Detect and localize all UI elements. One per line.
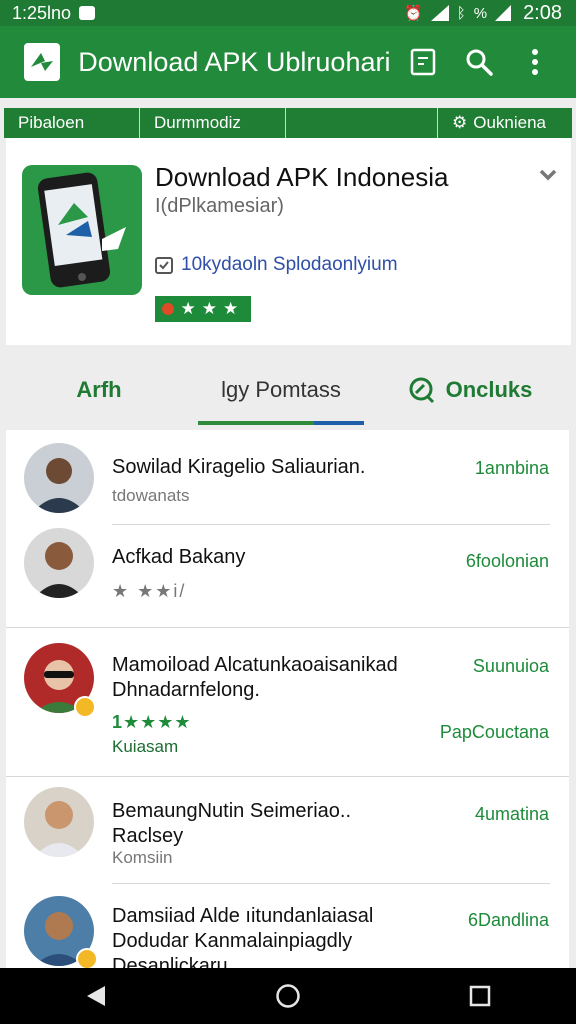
bluetooth-icon: ᛒ <box>456 4 466 22</box>
avatar <box>24 528 94 598</box>
tab-1[interactable]: Arfh <box>0 355 198 425</box>
tab-2-label: lgy Pomtass <box>221 377 341 402</box>
recents-button[interactable] <box>450 968 510 1024</box>
avatar-badge-icon <box>74 696 96 718</box>
bookmark-button[interactable] <box>400 38 446 86</box>
review-subtitle: Komsiin <box>112 848 173 867</box>
app-icon[interactable] <box>22 165 142 295</box>
bookmark-icon <box>411 48 436 76</box>
calendar-icon <box>155 257 173 274</box>
tab-3[interactable]: Oncluks <box>364 355 576 425</box>
sub-tab-strip: Pibaloen Durmmodiz ⚙ Oukniena <box>4 108 572 138</box>
tab-1-label: Arfh <box>76 377 122 402</box>
rating-dot-icon <box>161 303 174 315</box>
back-icon <box>87 986 105 1006</box>
rating-stars: ★★★ <box>180 299 245 318</box>
review-right-label-2: PapCouctana <box>439 722 549 742</box>
status-left-text: 1:25lno <box>12 2 72 23</box>
review-item[interactable]: Damsiiad Alde ıitundanlaiasal Dodudar Ka… <box>6 884 569 968</box>
sub-tab-2-label: Durmmodiz <box>154 113 241 132</box>
developer-name[interactable]: I(dPlkamesiar) <box>155 195 284 218</box>
review-title: BemaungNutin Seimeriao.. Raclsey <box>112 800 352 847</box>
review-stars: ★ ★★i/ <box>112 581 187 601</box>
phone-illustration-icon <box>37 172 126 288</box>
app-logo-glyph <box>31 53 54 71</box>
main-tabs: Arfh lgy Pomtass Oncluks <box>0 355 576 425</box>
chevron-down-icon[interactable] <box>538 168 558 187</box>
app-meta: 10kydaoln Splodaonlyium <box>155 254 398 276</box>
more-vert-icon <box>532 49 539 75</box>
review-item[interactable]: Acfkad Bakany ★ ★★i/ 6foolonian <box>6 525 569 627</box>
avatar <box>24 787 94 857</box>
review-subtitle: tdowanats <box>112 486 190 505</box>
review-right-label: 1annbina <box>474 458 549 478</box>
review-title: Sowilad Kiragelio Saliaurian. <box>112 456 366 478</box>
app-bar: Download APK Ublruohari <box>0 26 576 98</box>
home-icon <box>276 984 300 1008</box>
avatar-badge-icon <box>76 948 98 968</box>
app-title: Download APK Ublruohari <box>78 46 391 77</box>
gear-icon: ⚙ <box>451 113 468 132</box>
review-stars: 1★★★★ <box>112 712 192 732</box>
review-item[interactable]: Sowilad Kiragelio Saliaurian. tdowanats … <box>6 430 569 524</box>
sub-tab-3[interactable]: ⚙ Oukniena <box>436 108 572 138</box>
review-title: Damsiiad Alde ıitundanlaiasal Dodudar Ka… <box>112 905 374 968</box>
navigation-bar <box>0 968 576 1024</box>
search-button[interactable] <box>456 38 502 86</box>
tab-3-label: Oncluks <box>445 377 533 402</box>
search-icon <box>466 49 493 76</box>
status-time: 2:08 <box>523 1 562 24</box>
rating-badge: ★★★ <box>155 296 251 322</box>
review-list: Sowilad Kiragelio Saliaurian. tdowanats … <box>6 430 569 968</box>
sub-tab-1[interactable]: Pibaloen <box>4 108 140 138</box>
sub-tab-3-label: Oukniena <box>473 113 546 132</box>
back-button[interactable] <box>66 968 126 1024</box>
review-item[interactable]: BemaungNutin Seimeriao.. Raclsey Komsiin… <box>6 777 569 883</box>
review-right-label: 6foolonian <box>465 551 549 571</box>
overflow-menu-button[interactable] <box>512 38 558 86</box>
status-left: 1:25lno <box>12 2 96 24</box>
status-bar: 1:25lno ⏰ ᛒ % 2:08 <box>0 0 576 26</box>
app-logo-icon[interactable] <box>24 43 61 81</box>
signal-icon <box>430 5 449 21</box>
recents-icon <box>469 985 491 1007</box>
status-right: ⏰ ᛒ % 2:08 <box>404 2 562 25</box>
tab-2[interactable]: lgy Pomtass <box>198 355 364 425</box>
review-item[interactable]: Mamoiload Alcatunkaoaisanikad Dhnadarnfe… <box>6 628 569 776</box>
battery-icon <box>495 5 512 21</box>
sub-tab-1-label: Pibaloen <box>18 113 85 132</box>
avatar <box>24 443 94 513</box>
notification-icon <box>79 6 96 20</box>
sub-tab-2[interactable]: Durmmodiz <box>140 108 286 138</box>
chat-icon <box>409 377 434 404</box>
battery-percent-label: % <box>473 4 488 22</box>
review-right-label: 6Dandlina <box>467 910 549 930</box>
review-label: Kuiasam <box>112 737 179 756</box>
app-meta-text: 10kydaoln Splodaonlyium <box>181 254 398 275</box>
review-right-label: Suunuioa <box>472 656 549 676</box>
home-button[interactable] <box>258 968 318 1024</box>
app-name: Download APK Indonesia <box>155 162 449 192</box>
review-right-label: 4umatina <box>474 804 549 824</box>
alarm-icon: ⏰ <box>404 5 423 22</box>
review-title: Acfkad Bakany <box>112 546 246 568</box>
review-title: Mamoiload Alcatunkaoaisanikad Dhnadarnfe… <box>112 654 398 701</box>
